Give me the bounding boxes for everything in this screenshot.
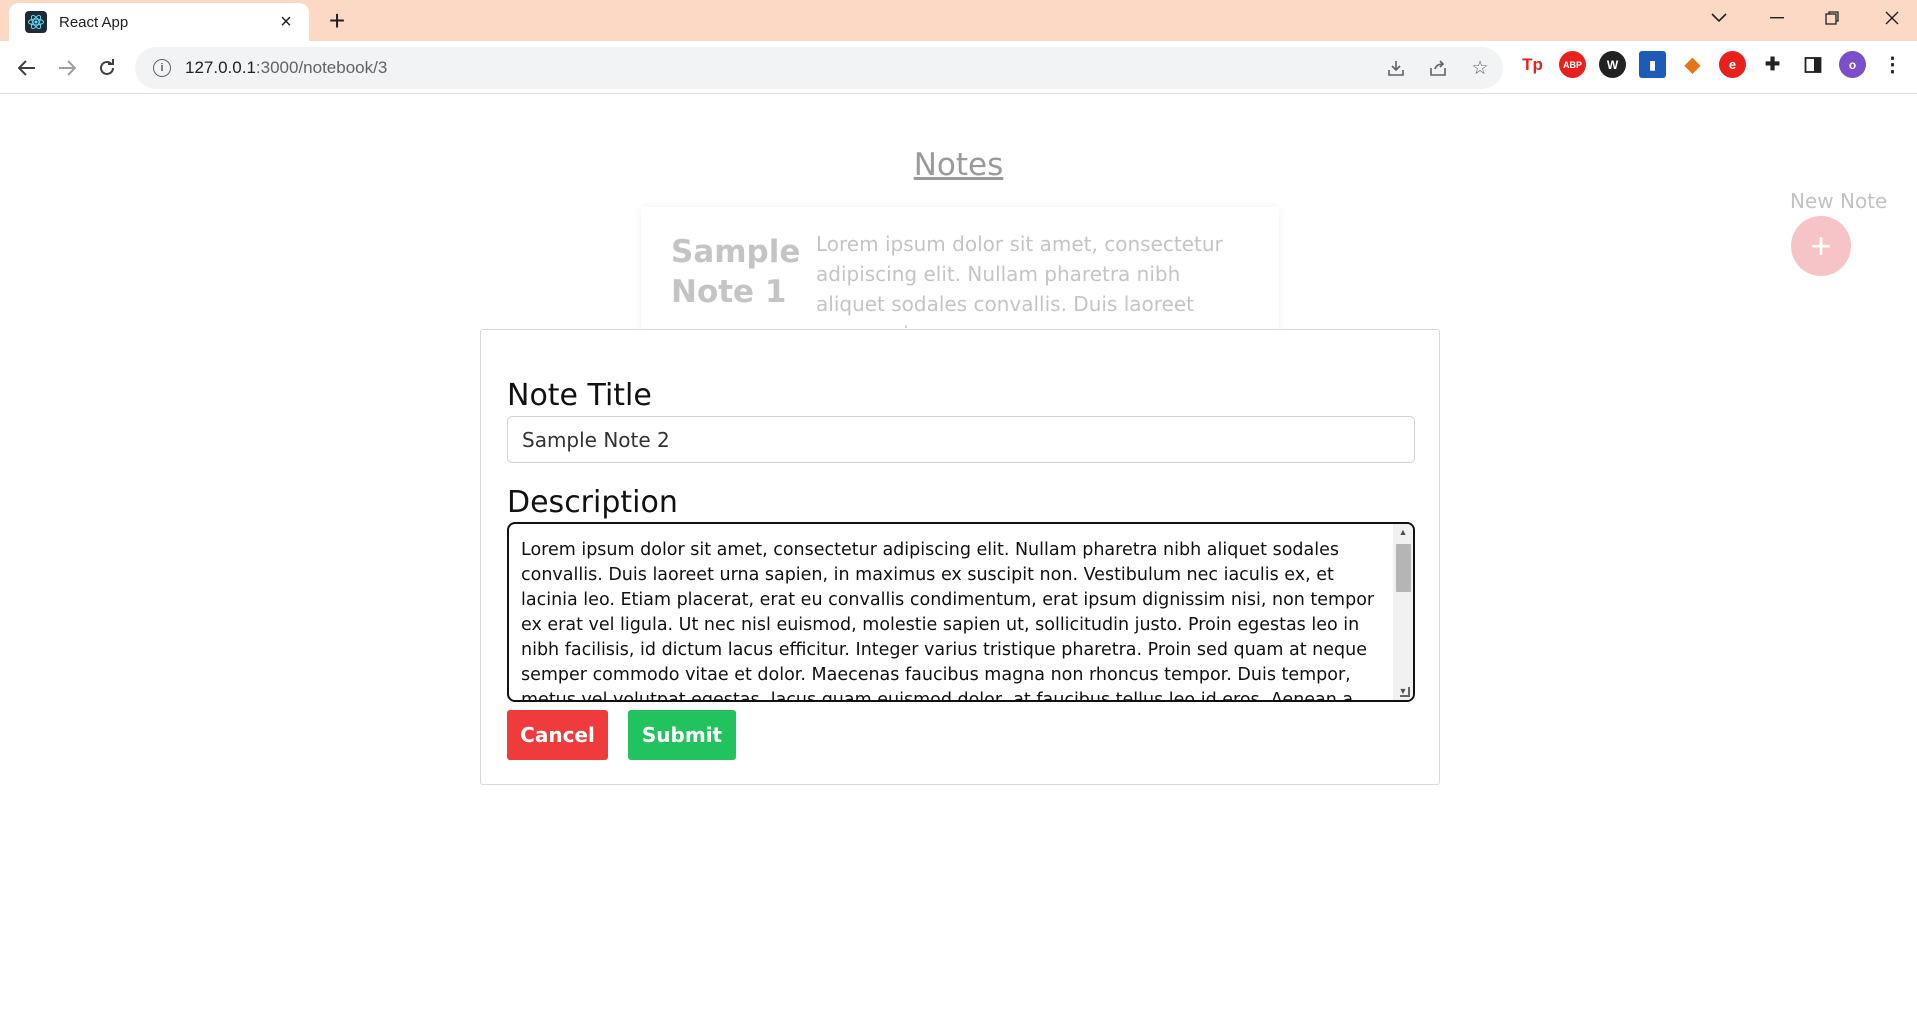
new-note-button[interactable]: + [1791, 216, 1851, 276]
profile-avatar[interactable]: o [1839, 51, 1866, 78]
site-info-icon[interactable]: i [153, 59, 171, 77]
cancel-button[interactable]: Cancel [507, 710, 608, 760]
bookmark-star-icon[interactable]: ☆ [1467, 55, 1493, 81]
description-textarea[interactable]: Lorem ipsum dolor sit amet, consectetur … [507, 522, 1415, 702]
url-path: :3000/notebook/3 [255, 58, 388, 77]
new-tab-button[interactable]: + [322, 5, 352, 36]
back-arrow-icon[interactable] [12, 53, 42, 83]
wappalyzer-icon[interactable]: W [1599, 51, 1626, 78]
address-bar[interactable]: i 127.0.0.1:3000/notebook/3 ☆ [135, 47, 1503, 89]
note-card-title: Sample Note 1 [671, 234, 801, 310]
forward-arrow-icon[interactable] [52, 53, 82, 83]
install-app-icon[interactable] [1383, 55, 1409, 81]
url-host: 127.0.0.1 [185, 58, 256, 77]
edit-note-modal: Note Title Description Lorem ipsum dolor… [480, 329, 1440, 785]
restore-window-icon[interactable] [1810, 0, 1854, 36]
side-panel-icon[interactable] [1799, 51, 1826, 78]
browser-menu-icon[interactable]: ⋮ [1879, 51, 1906, 78]
note-title-label: Note Title [507, 378, 652, 413]
new-note-label: New Note [1790, 189, 1888, 213]
browser-tab[interactable]: React App × [9, 3, 309, 41]
minimize-window-icon[interactable] [1755, 0, 1799, 36]
tab-search-chevron-icon[interactable] [1697, 0, 1741, 36]
reader-extension-icon[interactable]: ▮ [1639, 51, 1666, 78]
share-icon[interactable] [1425, 55, 1451, 81]
tab-close-icon[interactable]: × [275, 11, 297, 33]
tab-title: React App [59, 13, 129, 31]
description-label: Description [507, 485, 678, 520]
textarea-scrollbar[interactable]: ▲ ▼ [1393, 524, 1413, 700]
page-content: Notes New Note + Sample Note 1 Lorem ips… [0, 95, 1917, 1016]
browser-tab-bar: React App × + [0, 0, 1917, 41]
note-title-input[interactable] [507, 416, 1415, 463]
browser-toolbar: i 127.0.0.1:3000/notebook/3 ☆ Tp ABP W ▮… [0, 41, 1917, 94]
adblock-plus-icon[interactable]: ABP [1559, 51, 1586, 78]
close-window-icon[interactable] [1870, 0, 1914, 36]
extensions-puzzle-icon[interactable]: ✚ [1759, 51, 1786, 78]
reload-icon[interactable] [92, 53, 122, 83]
scroll-thumb[interactable] [1396, 544, 1411, 592]
tp-extension-icon[interactable]: Tp [1519, 51, 1546, 78]
metamask-fox-icon[interactable]: ◆ [1679, 51, 1706, 78]
resize-grip-icon[interactable] [1400, 687, 1410, 697]
scroll-up-arrow-icon[interactable]: ▲ [1397, 527, 1409, 537]
notes-heading[interactable]: Notes [0, 147, 1917, 183]
red-circle-extension-icon[interactable]: e [1719, 51, 1746, 78]
description-text: Lorem ipsum dolor sit amet, consectetur … [521, 540, 1375, 702]
submit-button[interactable]: Submit [628, 710, 736, 760]
react-favicon-icon [25, 11, 47, 33]
